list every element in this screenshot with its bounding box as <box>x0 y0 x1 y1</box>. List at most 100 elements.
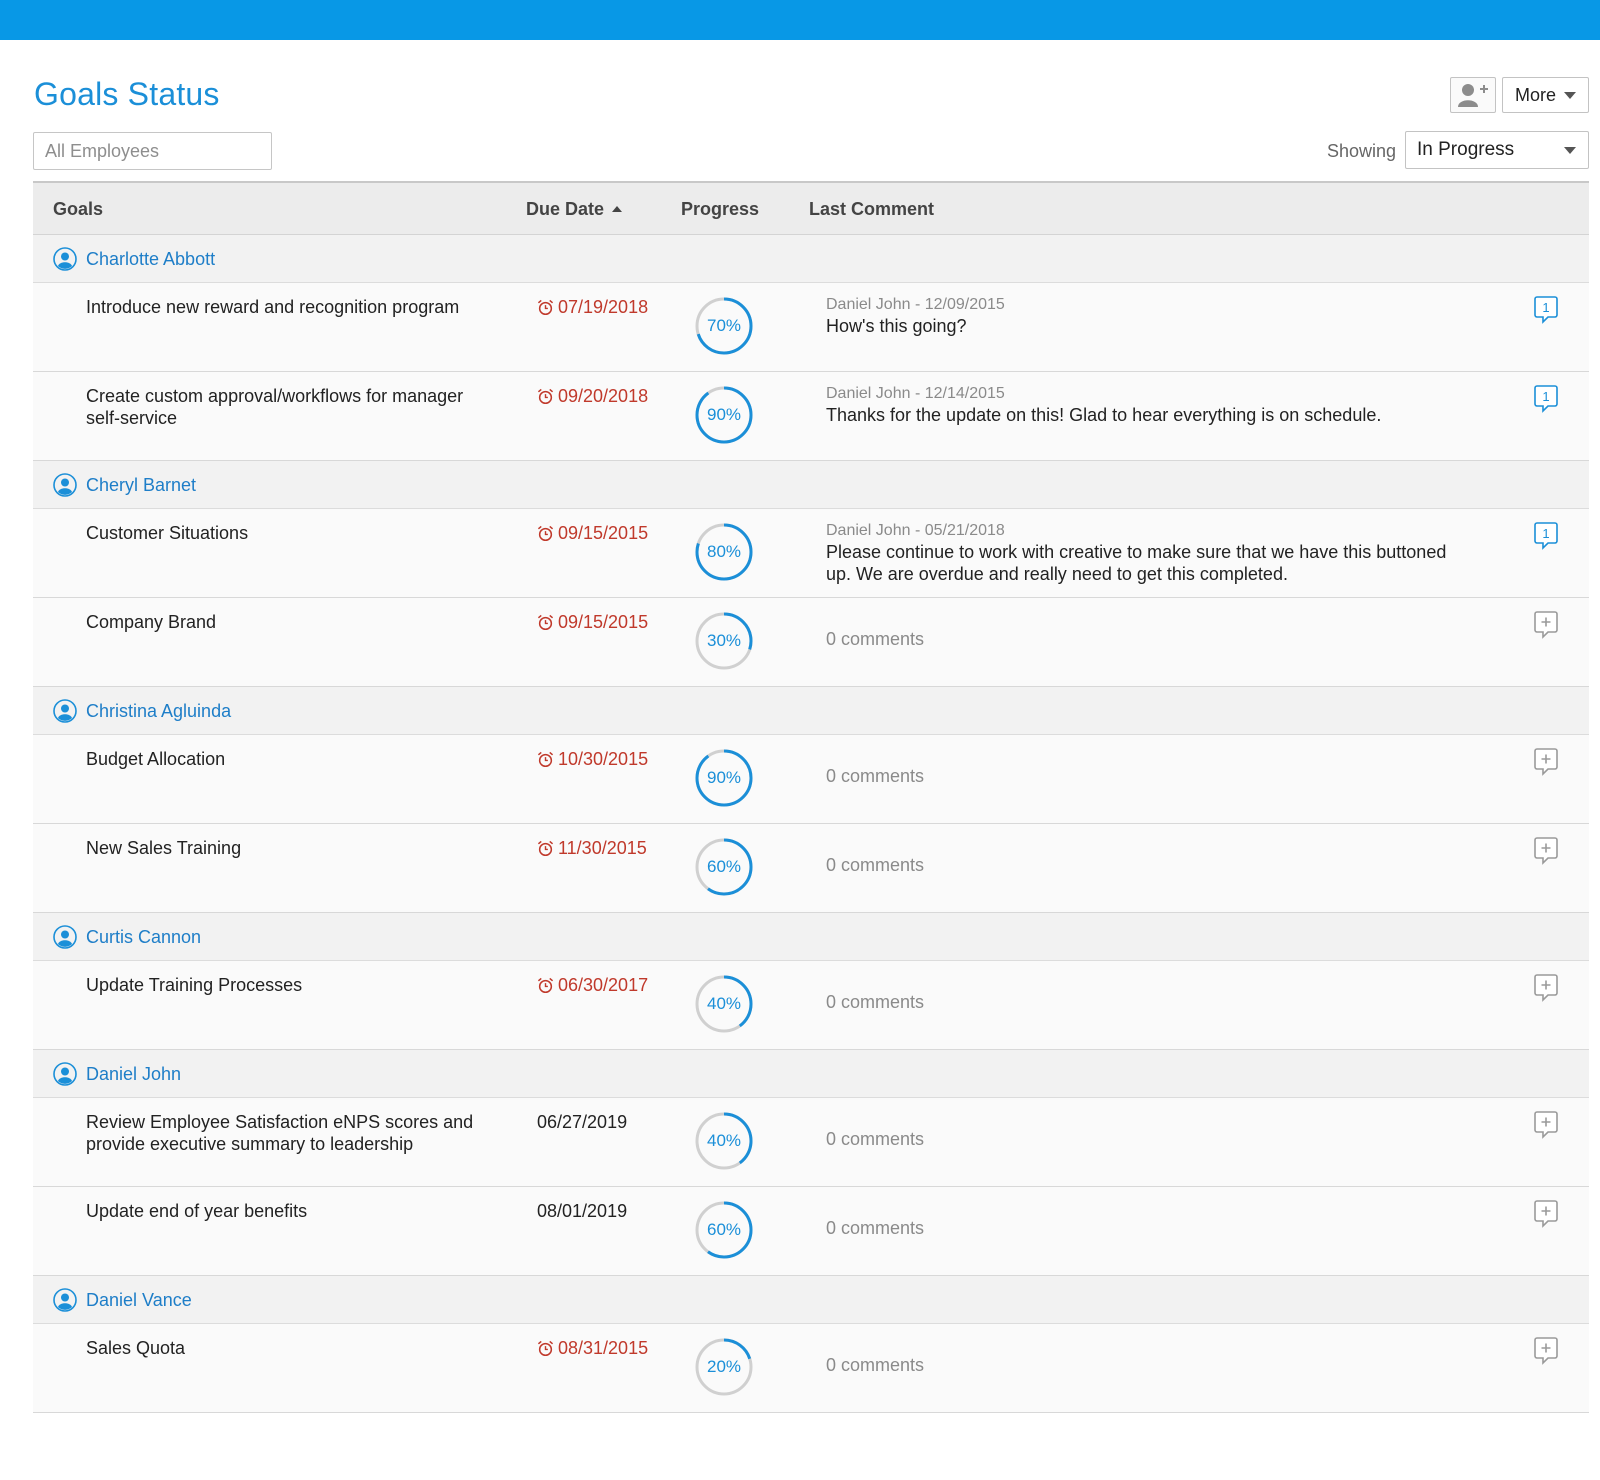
goal-due-date: 06/30/2017 <box>537 974 648 996</box>
employee-name-link[interactable]: Curtis Cannon <box>86 927 201 948</box>
progress-ring: 40% <box>694 974 754 1034</box>
goal-title[interactable]: Introduce new reward and recognition pro… <box>86 296 486 318</box>
svg-text:1: 1 <box>1542 300 1549 315</box>
comment-button[interactable]: 1 <box>1533 294 1559 324</box>
employee-group-row: Daniel Vance <box>33 1276 1589 1324</box>
add-comment-icon <box>1534 1111 1558 1139</box>
due-date-text: 09/15/2015 <box>558 612 649 632</box>
goal-title[interactable]: Update end of year benefits <box>86 1200 486 1222</box>
progress-percent: 90% <box>706 768 742 787</box>
employee-name-link[interactable]: Daniel Vance <box>86 1290 192 1311</box>
column-header-progress[interactable]: Progress <box>681 199 759 220</box>
alarm-clock-icon <box>537 299 554 315</box>
status-filter-value: In Progress <box>1417 139 1515 160</box>
goal-title[interactable]: Review Employee Satisfaction eNPS scores… <box>86 1111 486 1155</box>
comment-button[interactable] <box>1533 1109 1559 1139</box>
table-header: Goals Due Date Progress Last Comment <box>33 181 1589 235</box>
goal-title[interactable]: Create custom approval/workflows for man… <box>86 385 486 429</box>
goal-title[interactable]: New Sales Training <box>86 837 486 859</box>
progress-ring: 90% <box>694 385 754 445</box>
goal-title[interactable]: Customer Situations <box>86 522 486 544</box>
goal-due-date: 11/30/2015 <box>537 837 647 859</box>
due-date-header-label: Due Date <box>526 199 605 219</box>
comment-text: Please continue to work with creative to… <box>826 542 1447 584</box>
goal-due-date: 10/30/2015 <box>537 748 648 770</box>
goal-row[interactable]: Update end of year benefits 08/01/2019 6… <box>33 1187 1589 1276</box>
add-comment-icon <box>1534 1200 1558 1228</box>
employee-name-link[interactable]: Christina Agluinda <box>86 701 231 722</box>
comment-button[interactable] <box>1533 972 1559 1002</box>
employee-group-row: Christina Agluinda <box>33 687 1589 735</box>
comment-button[interactable] <box>1533 746 1559 776</box>
comment-button[interactable]: 1 <box>1533 383 1559 413</box>
employee-name-link[interactable]: Daniel John <box>86 1064 181 1085</box>
goal-row[interactable]: Introduce new reward and recognition pro… <box>33 283 1589 372</box>
employee-name-link[interactable]: Cheryl Barnet <box>86 475 196 496</box>
due-date-text: 09/20/2018 <box>558 386 649 406</box>
alarm-clock-icon <box>537 1340 554 1356</box>
chevron-down-icon <box>1564 147 1576 154</box>
comment-button[interactable] <box>1533 609 1559 639</box>
goal-row[interactable]: Update Training Processes 06/30/2017 40%… <box>33 961 1589 1050</box>
svg-text:1: 1 <box>1542 526 1549 541</box>
goal-title[interactable]: Company Brand <box>86 611 486 633</box>
employee-search-input[interactable] <box>33 132 272 170</box>
comment-button[interactable] <box>1533 835 1559 865</box>
due-date-text: 07/19/2018 <box>558 297 649 317</box>
no-comments-text: 0 comments <box>826 1355 925 1375</box>
goal-title[interactable]: Sales Quota <box>86 1337 486 1359</box>
progress-percent: 80% <box>706 542 742 561</box>
goal-title[interactable]: Update Training Processes <box>86 974 486 996</box>
due-date-text: 11/30/2015 <box>558 838 647 858</box>
no-comments-text: 0 comments <box>826 766 925 786</box>
column-header-due-date[interactable]: Due Date <box>526 199 623 220</box>
goal-due-date: 07/19/2018 <box>537 296 648 318</box>
user-circle-icon <box>53 1288 77 1312</box>
goal-row[interactable]: Create custom approval/workflows for man… <box>33 372 1589 461</box>
goal-row[interactable]: Company Brand 09/15/2015 30% 0 comments <box>33 598 1589 687</box>
showing-label: Showing <box>1327 141 1397 161</box>
employee-name-link[interactable]: Charlotte Abbott <box>86 249 215 270</box>
chevron-down-icon <box>1564 91 1577 99</box>
goal-row[interactable]: Review Employee Satisfaction eNPS scores… <box>33 1098 1589 1187</box>
add-comment-icon <box>1534 974 1558 1002</box>
goal-title[interactable]: Budget Allocation <box>86 748 486 770</box>
comment-count-icon: 1 <box>1534 385 1558 413</box>
add-comment-icon <box>1534 1337 1558 1365</box>
progress-ring: 60% <box>694 1200 754 1260</box>
employee-group-row: Daniel John <box>33 1050 1589 1098</box>
comment-author-date: Daniel John - 05/21/2018 <box>826 522 1005 539</box>
goals-table: Goals Due Date Progress Last Comment Cha… <box>33 181 1589 1413</box>
top-bar <box>0 0 1600 40</box>
add-user-icon <box>1458 84 1488 107</box>
comment-button[interactable] <box>1533 1335 1559 1365</box>
goal-row[interactable]: Sales Quota 08/31/2015 20% 0 comments <box>33 1324 1589 1413</box>
user-circle-icon <box>53 473 77 497</box>
status-filter-select[interactable]: In Progress <box>1405 131 1589 169</box>
progress-percent: 60% <box>706 857 742 876</box>
comment-button[interactable]: 1 <box>1533 520 1559 550</box>
goal-row[interactable]: New Sales Training 11/30/2015 60% 0 comm… <box>33 824 1589 913</box>
column-header-last-comment[interactable]: Last Comment <box>809 199 934 220</box>
user-circle-icon <box>53 699 77 723</box>
due-date-text: 10/30/2015 <box>558 749 649 769</box>
comment-button[interactable] <box>1533 1198 1559 1228</box>
goal-due-date: 09/15/2015 <box>537 611 648 633</box>
comment-count-icon: 1 <box>1534 522 1558 550</box>
progress-percent: 60% <box>706 1220 742 1239</box>
goal-row[interactable]: Budget Allocation 10/30/2015 90% 0 comme… <box>33 735 1589 824</box>
user-circle-icon <box>53 1062 77 1086</box>
no-comments-text: 0 comments <box>826 629 925 649</box>
goal-row[interactable]: Customer Situations 09/15/2015 80% Danie… <box>33 509 1589 598</box>
sort-ascending-icon <box>612 206 623 212</box>
progress-ring: 80% <box>694 522 754 582</box>
more-button[interactable]: More <box>1502 77 1589 113</box>
last-comment: Daniel John - 05/21/2018 Please continue… <box>826 521 1466 585</box>
user-circle-icon <box>53 925 77 949</box>
column-header-goals[interactable]: Goals <box>53 199 103 220</box>
user-circle-icon <box>53 247 77 271</box>
comment-count-icon: 1 <box>1534 296 1558 324</box>
add-employee-button[interactable] <box>1450 77 1496 113</box>
page-title: Goals Status <box>34 76 220 112</box>
comment-text: How's this going? <box>826 316 967 336</box>
